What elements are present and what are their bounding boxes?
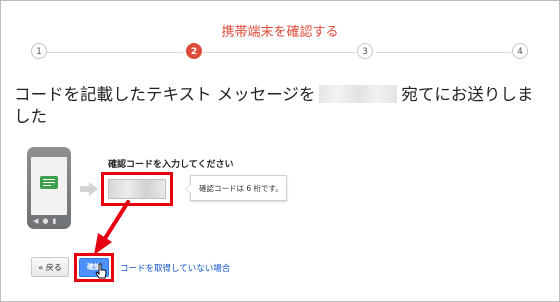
phone-nav-icons: ◀●▮ xyxy=(33,217,61,225)
verification-code-input[interactable] xyxy=(108,179,166,199)
red-pointer-arrow xyxy=(94,200,130,255)
back-button[interactable]: « 戻る xyxy=(31,257,69,277)
code-length-tooltip: 確認コードは 6 桁です。 xyxy=(185,175,287,201)
sms-bubble-icon xyxy=(40,176,58,189)
code-input-label: 確認コードを入力してください xyxy=(108,160,234,170)
step-title: 携帯端末を確認する xyxy=(221,25,339,40)
step-3: 3 xyxy=(357,43,373,59)
confirm-button-highlight: 確認 xyxy=(74,253,114,282)
no-code-link[interactable]: コードを取得していない場合 xyxy=(120,262,230,274)
hand-cursor-icon xyxy=(95,263,107,279)
heading-prefix: コードを記載したテキスト メッセージを xyxy=(14,85,316,104)
phone-illustration: ◀●▮ xyxy=(27,147,71,229)
arrow-right-icon xyxy=(80,182,98,196)
step-1: 1 xyxy=(31,43,47,59)
step-2-active: 2 xyxy=(186,43,202,59)
sent-message-heading: コードを記載したテキスト メッセージを 宛てにお送りしました xyxy=(14,84,542,128)
step-connector xyxy=(47,52,183,53)
step-4: 4 xyxy=(512,43,528,59)
redacted-phone-number xyxy=(319,85,398,103)
step-connector xyxy=(203,52,355,53)
step-connector xyxy=(375,52,511,53)
phone-screen xyxy=(31,157,67,215)
